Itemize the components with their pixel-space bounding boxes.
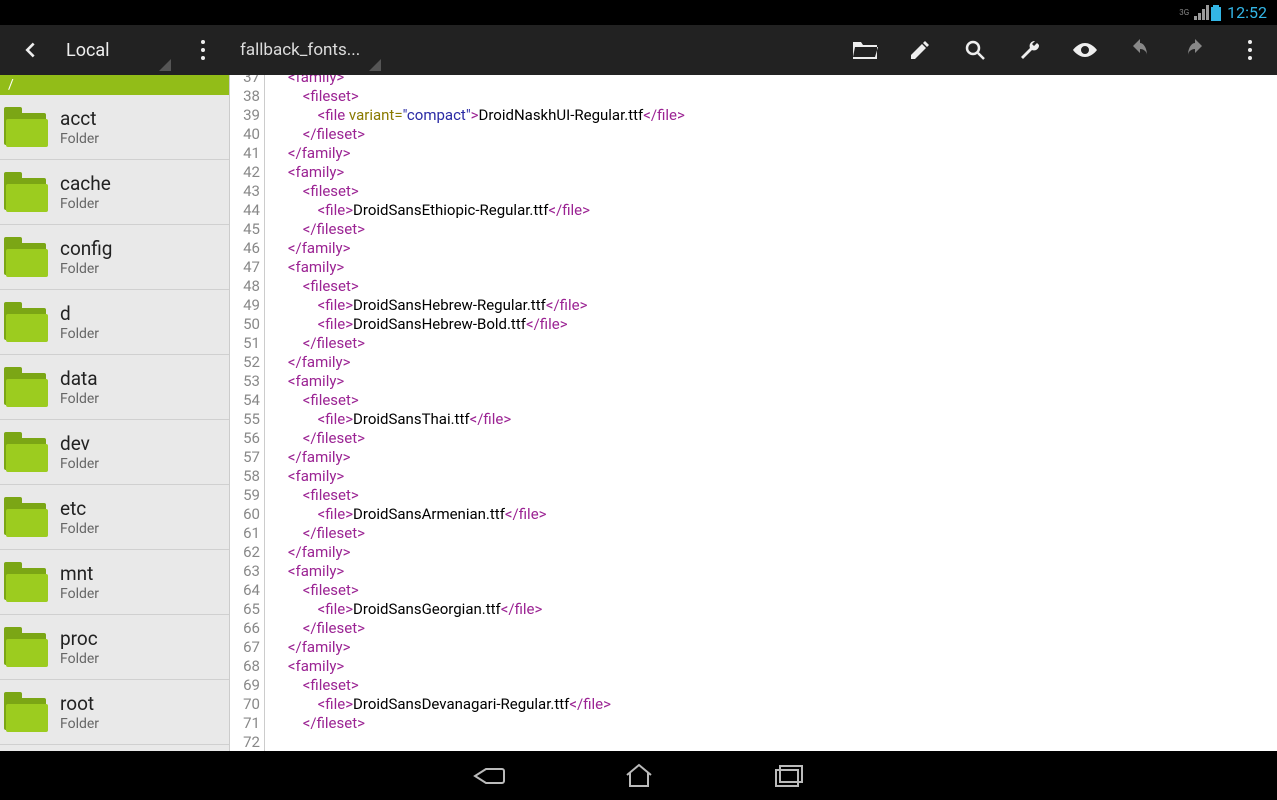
redo-button[interactable] [1167, 25, 1222, 75]
folder-type: Folder [60, 391, 99, 407]
folder-type: Folder [60, 716, 99, 732]
battery-icon [1211, 5, 1221, 21]
sidebar-item[interactable]: dataFolder [0, 355, 229, 420]
folder-type: Folder [60, 196, 111, 212]
file-sidebar[interactable]: / acctFoldercacheFolderconfigFolderdFold… [0, 75, 230, 751]
folder-type: Folder [60, 326, 99, 342]
sidebar-item[interactable]: configFolder [0, 225, 229, 290]
folder-name: d [60, 302, 99, 325]
sidebar-item[interactable]: dFolder [0, 290, 229, 355]
folder-name: acct [60, 107, 99, 130]
sidebar-item[interactable]: mntFolder [0, 550, 229, 615]
sidebar-item[interactable]: devFolder [0, 420, 229, 485]
edit-button[interactable] [892, 25, 947, 75]
folder-icon [4, 497, 52, 537]
preview-button[interactable] [1057, 25, 1112, 75]
sidebar-item[interactable]: procFolder [0, 615, 229, 680]
folder-name: cache [60, 172, 111, 195]
nav-home-button[interactable] [609, 756, 669, 796]
dropdown-indicator-icon [369, 59, 381, 71]
search-button[interactable] [947, 25, 1002, 75]
system-nav-bar [0, 751, 1277, 800]
dropdown-indicator-icon [159, 59, 171, 71]
folder-icon [4, 432, 52, 472]
network-type-label: 3G [1179, 8, 1189, 17]
signal-icon [1193, 5, 1209, 21]
folder-type: Folder [60, 261, 112, 277]
folder-icon [4, 302, 52, 342]
folder-name: etc [60, 497, 99, 520]
source-spinner[interactable]: Local [60, 25, 175, 75]
overflow-button[interactable] [1222, 25, 1277, 75]
toolbar: Local fallback_fonts... [0, 25, 1277, 75]
code-content[interactable]: <family> <fileset> <file variant="compac… [265, 75, 1277, 751]
folder-icon [4, 562, 52, 602]
sidebar-overflow-button[interactable] [175, 25, 230, 75]
folder-icon [4, 237, 52, 277]
folder-name: dev [60, 432, 99, 455]
folder-name: data [60, 367, 99, 390]
folder-name: mnt [60, 562, 99, 585]
status-bar: 3G 12:52 [0, 0, 1277, 25]
nav-recents-button[interactable] [759, 756, 819, 796]
folder-type: Folder [60, 131, 99, 147]
back-button[interactable] [0, 25, 60, 75]
source-label: Local [66, 40, 110, 61]
folder-name: config [60, 237, 112, 260]
folder-type: Folder [60, 586, 99, 602]
undo-button[interactable] [1112, 25, 1167, 75]
folder-type: Folder [60, 521, 99, 537]
clock: 12:52 [1227, 3, 1267, 22]
nav-back-button[interactable] [459, 756, 519, 796]
current-path: / [0, 75, 229, 95]
sidebar-item[interactable]: cacheFolder [0, 160, 229, 225]
folder-type: Folder [60, 456, 99, 472]
folder-icon [4, 107, 52, 147]
folder-name: root [60, 692, 99, 715]
sidebar-item[interactable]: etcFolder [0, 485, 229, 550]
file-tab-label: fallback_fonts... [240, 40, 360, 60]
folder-icon [4, 367, 52, 407]
file-tab[interactable]: fallback_fonts... [230, 25, 385, 75]
folder-name: proc [60, 627, 99, 650]
sidebar-item[interactable]: rootFolder [0, 680, 229, 745]
line-gutter: 37 38 39 40 41 42 43 44 45 46 47 48 49 5… [230, 75, 265, 751]
sidebar-item[interactable]: acctFolder [0, 95, 229, 160]
tools-button[interactable] [1002, 25, 1057, 75]
folder-icon [4, 172, 52, 212]
folder-type: Folder [60, 651, 99, 667]
code-editor[interactable]: 37 38 39 40 41 42 43 44 45 46 47 48 49 5… [230, 75, 1277, 751]
folder-icon [4, 627, 52, 667]
open-folder-button[interactable] [837, 25, 892, 75]
folder-icon [4, 692, 52, 732]
